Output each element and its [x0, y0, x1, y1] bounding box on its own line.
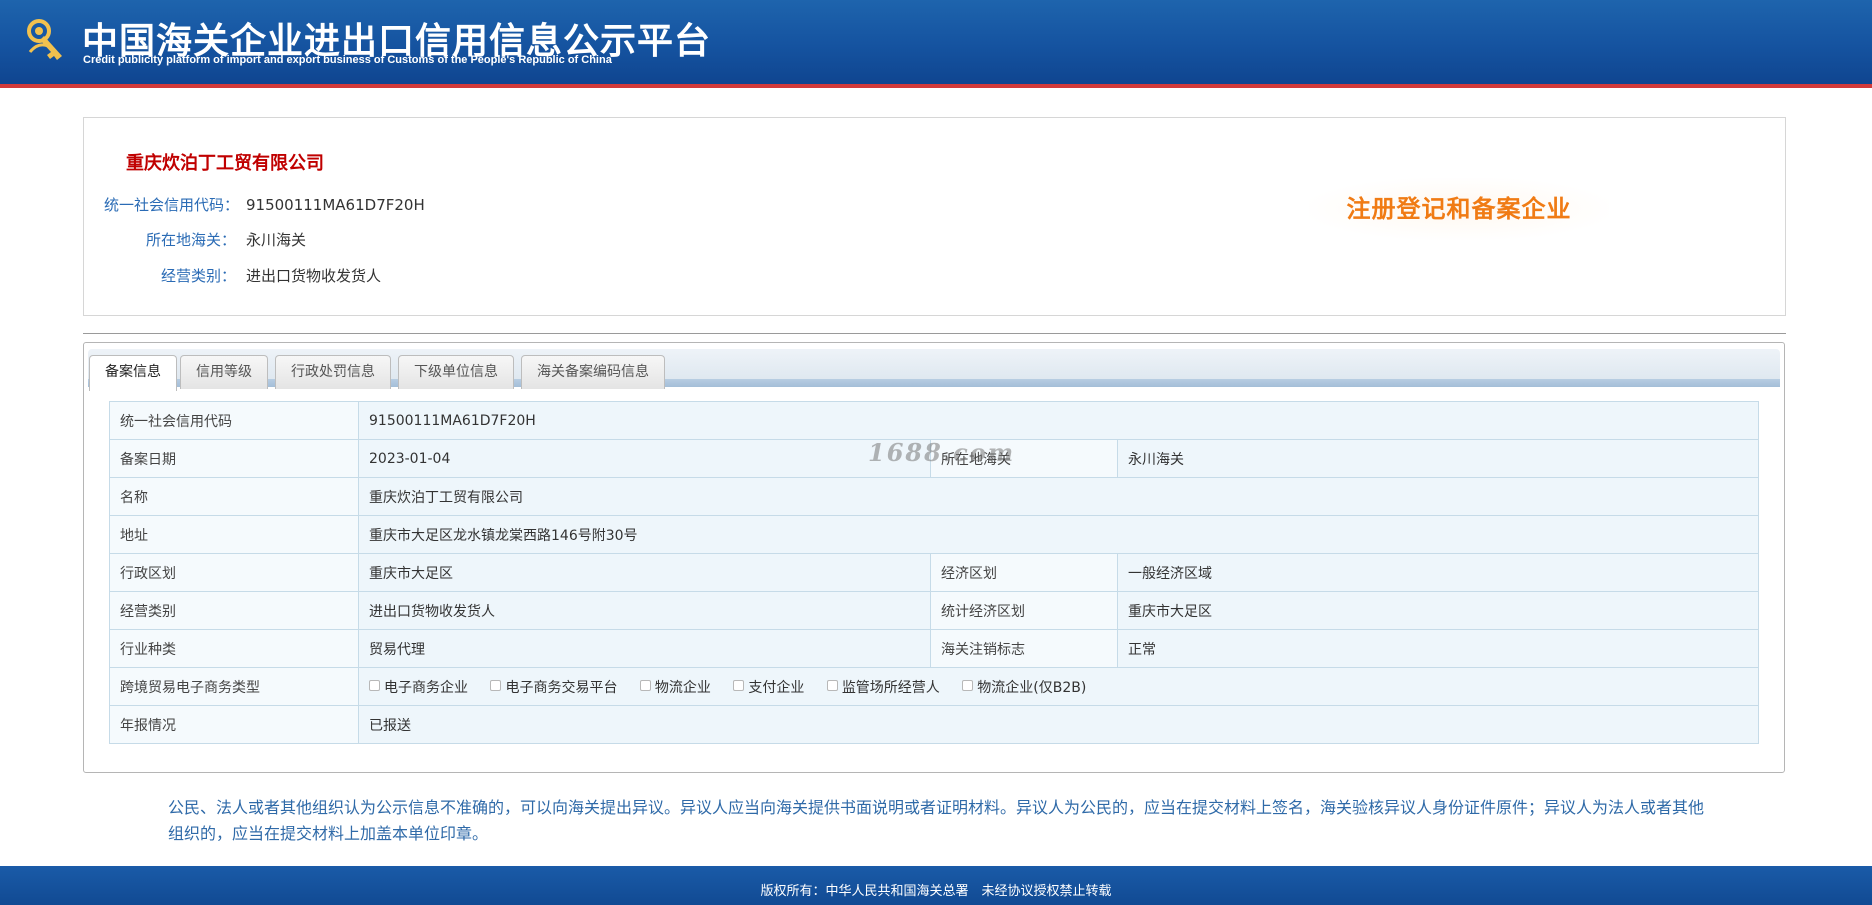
- cell-value: 重庆市大足区: [1117, 591, 1759, 630]
- checkbox-label: 支付企业: [748, 679, 805, 696]
- table-row: 经营类别 进出口货物收发货人 统计经济区划 重庆市大足区: [109, 591, 1759, 630]
- table-row: 年报情况 已报送: [109, 705, 1759, 744]
- checkbox-label: 电子商务交易平台: [505, 679, 618, 696]
- info-value: 永川海关: [246, 231, 307, 249]
- tab-admin-penalty[interactable]: 行政处罚信息: [275, 355, 391, 389]
- company-name: 重庆炊泊丁工贸有限公司: [126, 153, 324, 174]
- registration-badge-text: 注册登记和备案企业: [1346, 195, 1572, 223]
- objection-notice: 公民、法人或者其他组织认为公示信息不准确的，可以向海关提出异议。异议人应当向海关…: [168, 798, 1705, 843]
- cell-value: 重庆市大足区龙水镇龙棠西路146号附30号: [358, 515, 1759, 554]
- checkbox-icon[interactable]: [733, 679, 745, 691]
- copyright-text: 版权所有：中华人民共和国海关总署 未经协议授权禁止转载: [760, 884, 1112, 899]
- cell-label: 经济区划: [930, 553, 1118, 592]
- checkbox-payment[interactable]: 支付企业: [733, 677, 804, 697]
- cell-value: 已报送: [358, 705, 1759, 744]
- tab-customs-code-info[interactable]: 海关备案编码信息: [521, 355, 665, 389]
- tab-subsidiary-info[interactable]: 下级单位信息: [398, 355, 514, 389]
- checkbox-ecommerce-platform[interactable]: 电子商务交易平台: [490, 677, 617, 697]
- cell-label: 行业种类: [109, 629, 359, 668]
- site-header: 中国海关企业进出口信用信息公示平台 Credit publicity platf…: [0, 0, 1872, 88]
- table-row: 行政区划 重庆市大足区 经济区划 一般经济区域: [109, 553, 1759, 592]
- cell-value: 贸易代理: [358, 629, 931, 668]
- info-value: 进出口货物收发货人: [246, 267, 382, 285]
- cell-label: 行政区划: [109, 553, 359, 592]
- cell-label: 年报情况: [109, 705, 359, 744]
- tab-credit-rating[interactable]: 信用等级: [180, 355, 268, 389]
- tab-filing-info[interactable]: 备案信息: [89, 355, 177, 391]
- cell-label: 备案日期: [109, 439, 359, 478]
- cell-label: 经营类别: [109, 591, 359, 630]
- tab-panel: 备案信息 信用等级 行政处罚信息 下级单位信息 海关备案编码信息 统一社会信用代…: [83, 342, 1785, 773]
- cell-label: 统计经济区划: [930, 591, 1118, 630]
- cell-value: 进出口货物收发货人: [358, 591, 931, 630]
- table-row: 名称 重庆炊泊丁工贸有限公司: [109, 477, 1759, 516]
- cell-value: 91500111MA61D7F20H: [358, 401, 1759, 440]
- info-label: 所在地海关：: [145, 231, 236, 249]
- registration-badge: 注册登记和备案企业: [1309, 178, 1609, 240]
- customs-emblem-icon: [27, 19, 62, 60]
- info-row-biz-type: 经营类别： 进出口货物收发货人: [104, 265, 381, 287]
- table-row: 跨境贸易电子商务类型 电子商务企业 电子商务交易平台 物流企业 支付企业 监管场…: [109, 667, 1759, 706]
- checkbox-icon[interactable]: [962, 679, 974, 691]
- cell-label: 跨境贸易电子商务类型: [109, 667, 359, 706]
- company-summary-card: 重庆炊泊丁工贸有限公司 统一社会信用代码： 91500111MA61D7F20H …: [83, 117, 1786, 316]
- checkbox-label: 物流企业: [654, 679, 711, 696]
- cell-value: 正常: [1117, 629, 1759, 668]
- cell-value: 永川海关: [1117, 439, 1759, 478]
- ecommerce-type-options: 电子商务企业 电子商务交易平台 物流企业 支付企业 监管场所经营人 物流企业(仅…: [358, 667, 1759, 706]
- table-row: 地址 重庆市大足区龙水镇龙棠西路146号附30号: [109, 515, 1759, 554]
- checkbox-label: 监管场所经营人: [841, 679, 940, 696]
- info-label: 经营类别：: [160, 267, 236, 285]
- site-footer: 版权所有：中华人民共和国海关总署 未经协议授权禁止转载: [0, 866, 1872, 905]
- cell-value: 一般经济区域: [1117, 553, 1759, 592]
- info-row-customs: 所在地海关： 永川海关: [104, 229, 306, 251]
- cell-label: 名称: [109, 477, 359, 516]
- cell-label: 统一社会信用代码: [109, 401, 359, 440]
- checkbox-icon[interactable]: [826, 679, 838, 691]
- info-row-credit-code: 统一社会信用代码： 91500111MA61D7F20H: [104, 194, 425, 216]
- checkbox-label: 物流企业(仅B2B): [977, 679, 1087, 696]
- table-row: 行业种类 贸易代理 海关注销标志 正常: [109, 629, 1759, 668]
- cell-value: 2023-01-04: [358, 439, 931, 478]
- watermark: 1688.com: [868, 438, 1016, 467]
- site-subtitle: Credit publicity platform of import and …: [83, 54, 612, 66]
- tab-strip: 备案信息 信用等级 行政处罚信息 下级单位信息 海关备案编码信息: [88, 349, 1780, 391]
- info-label: 统一社会信用代码：: [104, 196, 240, 214]
- checkbox-logistics[interactable]: 物流企业: [639, 677, 711, 697]
- cell-value: 重庆市大足区: [358, 553, 931, 592]
- checkbox-icon[interactable]: [639, 679, 651, 691]
- checkbox-icon[interactable]: [490, 679, 502, 691]
- checkbox-ecommerce-enterprise[interactable]: 电子商务企业: [369, 677, 468, 697]
- cell-value: 重庆炊泊丁工贸有限公司: [358, 477, 1759, 516]
- cell-label: 海关注销标志: [930, 629, 1118, 668]
- info-value: 91500111MA61D7F20H: [246, 196, 425, 214]
- table-row: 统一社会信用代码 91500111MA61D7F20H: [109, 401, 1759, 440]
- divider: [83, 333, 1786, 334]
- checkbox-supervised-site-operator[interactable]: 监管场所经营人: [826, 677, 940, 697]
- cell-label: 地址: [109, 515, 359, 554]
- checkbox-label: 电子商务企业: [384, 679, 468, 696]
- checkbox-logistics-b2b[interactable]: 物流企业(仅B2B): [962, 677, 1086, 697]
- checkbox-icon[interactable]: [369, 679, 380, 691]
